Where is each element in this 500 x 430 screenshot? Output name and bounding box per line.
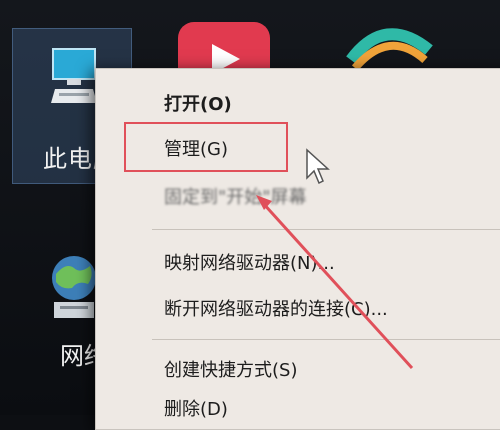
menu-separator — [152, 229, 500, 230]
menu-item-label: 断开网络驱动器的连接(C)... — [164, 299, 388, 320]
computer-icon — [51, 48, 97, 103]
menu-item-pin-to-start[interactable]: 固定到"开始"屏幕 — [96, 183, 500, 217]
menu-item-map-network-drive[interactable]: 映射网络驱动器(N)... — [96, 249, 500, 281]
menu-item-label: 删除(D) — [164, 399, 228, 420]
menu-item-label: 打开(O) — [164, 94, 232, 115]
menu-item-create-shortcut[interactable]: 创建快捷方式(S) — [96, 356, 500, 388]
mouse-cursor-icon — [306, 148, 330, 185]
menu-item-delete[interactable]: 删除(D) — [96, 395, 500, 427]
menu-item-label: 映射网络驱动器(N)... — [164, 253, 335, 274]
menu-item-open[interactable]: 打开(O) — [96, 90, 500, 120]
menu-item-disconnect-network-drive[interactable]: 断开网络驱动器的连接(C)... — [96, 295, 500, 327]
annotation-highlight-box — [124, 122, 288, 172]
menu-separator — [152, 339, 500, 340]
menu-item-label: 创建快捷方式(S) — [164, 360, 298, 381]
desktop: 此电脑 网络 打开(O) 管理(G) 固定到"开始"屏幕 映射网络驱动器(N).… — [0, 0, 500, 430]
menu-item-label: 固定到"开始"屏幕 — [164, 187, 307, 208]
